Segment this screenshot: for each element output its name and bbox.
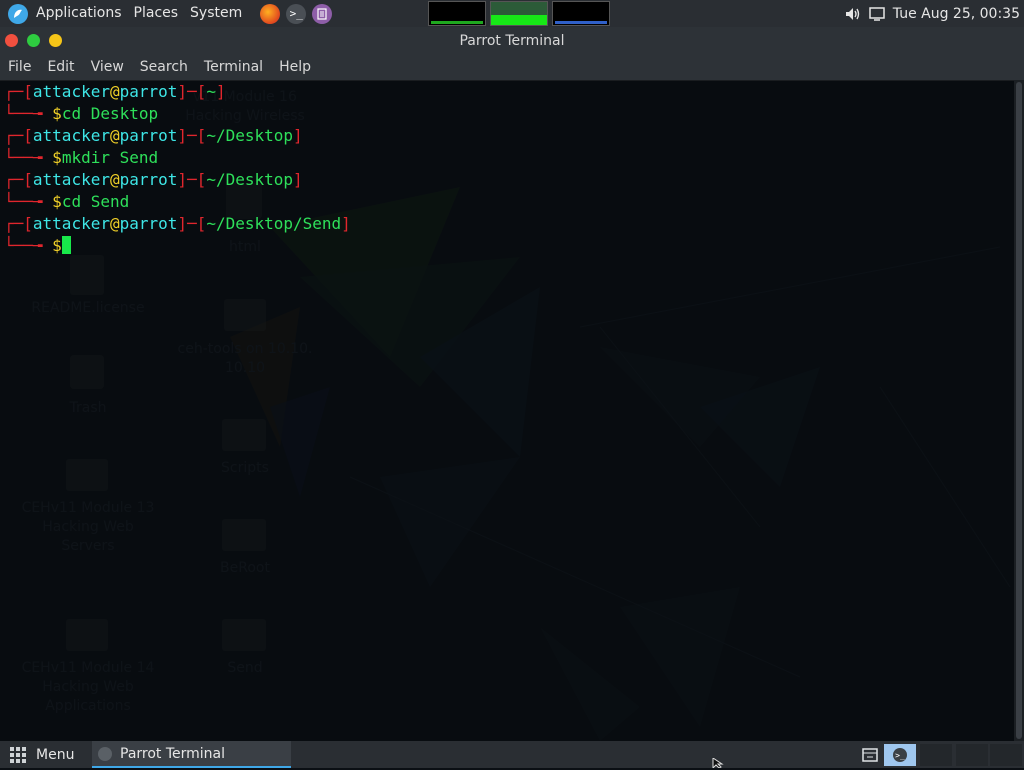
applications-menu[interactable]: Applications [30,0,128,27]
window-titlebar[interactable]: Parrot Terminal [0,27,1024,54]
terminal-icon [98,746,112,761]
places-menu[interactable]: Places [128,0,185,27]
terminal-scrollbar[interactable] [1014,80,1024,741]
menu-view[interactable]: View [83,59,132,75]
command-line: └──╼ $cd Desktop [4,104,159,123]
taskbar-item-label: Parrot Terminal [120,745,226,762]
minimize-button[interactable] [49,34,62,47]
parrot-logo-icon[interactable] [8,3,28,24]
close-button[interactable] [5,34,18,47]
scrollbar-thumb[interactable] [1016,82,1022,739]
workspace-2[interactable] [920,744,952,766]
terminal-window: Parrot Terminal File Edit View Search Te… [0,27,1024,741]
bottom-panel: Menu Parrot Terminal >_ [0,741,1024,768]
menu-file[interactable]: File [0,59,39,75]
workspace-4[interactable] [990,744,1022,766]
maximize-button[interactable] [27,34,40,47]
text-editor-icon[interactable] [312,3,333,24]
clock[interactable]: Tue Aug 25, 00:35 [893,6,1020,22]
system-monitors[interactable] [428,1,610,26]
svg-text:>_: >_ [895,751,905,760]
cpu-monitor[interactable] [428,1,486,26]
display-icon[interactable] [869,6,885,21]
network-monitor[interactable] [552,1,610,26]
command-line-active[interactable]: └──╼ $ [0,235,1014,257]
terminal-output[interactable]: ┌─[attacker@parrot]─[~] └──╼ $cd Desktop… [0,80,1014,741]
menu-terminal[interactable]: Terminal [196,59,271,75]
prompt-line: ┌─[attacker@parrot]─[~/Desktop] [4,170,303,189]
menu-edit[interactable]: Edit [39,59,82,75]
menu-search[interactable]: Search [132,59,196,75]
command-line: └──╼ $mkdir Send [4,148,159,167]
top-panel: Applications Places System >_ Tue Aug 25… [0,0,1024,27]
volume-icon[interactable] [845,7,861,21]
mouse-pointer-icon [712,758,724,768]
firefox-icon[interactable] [260,3,281,24]
taskbar-item-parrot-terminal[interactable]: Parrot Terminal [92,741,291,768]
window-title: Parrot Terminal [459,32,565,49]
workspace-3[interactable] [956,744,988,766]
text-cursor [61,236,71,254]
prompt-line: ┌─[attacker@parrot]─[~/Desktop] [4,126,303,145]
window-menubar: File Edit View Search Terminal Help [0,54,1024,81]
workspace-1[interactable]: >_ [884,744,916,766]
grid-menu-icon [10,746,26,763]
system-menu[interactable]: System [184,0,248,27]
prompt-line: ┌─[attacker@parrot]─[~/Desktop/Send] [4,214,351,233]
main-menu-label: Menu [36,746,75,763]
terminal-icon[interactable]: >_ [286,3,307,24]
memory-monitor[interactable] [490,1,548,26]
main-menu-button[interactable]: Menu [0,741,74,768]
prompt-line: ┌─[attacker@parrot]─[~] [4,82,226,101]
menu-help[interactable]: Help [271,59,319,75]
system-tray: Tue Aug 25, 00:35 [845,0,1020,27]
command-line: └──╼ $cd Send [4,192,130,211]
